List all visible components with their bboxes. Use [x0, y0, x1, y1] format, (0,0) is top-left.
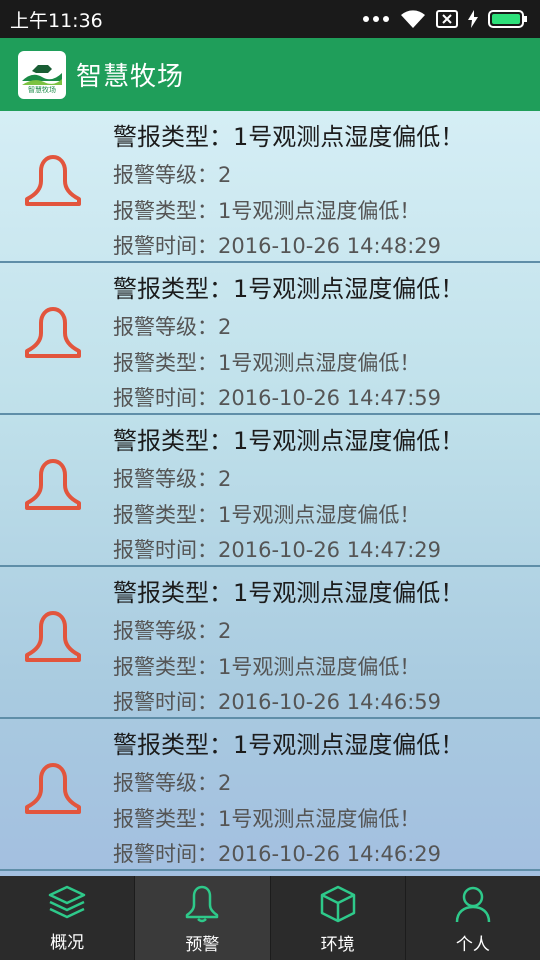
cube-icon: [320, 885, 355, 923]
status-time: 上午11:36: [10, 9, 103, 32]
alert-item[interactable]: 警报类型：1号观测点湿度偏低！ 报警等级：2 报警类型：1号观测点湿度偏低！ 报…: [0, 415, 540, 567]
tab-profile[interactable]: 个人: [406, 876, 540, 960]
alert-time: 报警时间：2016-10-26 14:46:59: [113, 690, 442, 714]
alert-type: 报警类型：1号观测点湿度偏低！: [113, 503, 421, 527]
alert-type: 报警类型：1号观测点湿度偏低！: [113, 807, 421, 831]
alarm-bell-icon: [22, 305, 84, 369]
alert-time: 报警时间：2016-10-26 14:47:59: [113, 386, 442, 410]
alert-time: 报警时间：2016-10-26 14:48:29: [113, 234, 442, 258]
bell-icon: [186, 885, 219, 923]
alert-type: 报警类型：1号观测点湿度偏低！: [113, 655, 421, 679]
alert-level: 报警等级：2: [113, 315, 232, 339]
tab-environment[interactable]: 环境: [271, 876, 406, 960]
person-icon: [455, 886, 491, 923]
layers-icon: [48, 885, 86, 919]
alert-title: 警报类型：1号观测点湿度偏低！: [113, 275, 465, 303]
logo-text: 智慧牧场: [28, 85, 56, 94]
tab-alerts[interactable]: 预警: [135, 876, 271, 960]
tab-label: 个人: [455, 935, 490, 955]
alert-title: 警报类型：1号观测点湿度偏低！: [113, 123, 465, 151]
battery-icon: [488, 9, 528, 29]
alert-list[interactable]: 警报类型：1号观测点湿度偏低！ 报警等级：2 报警类型：1号观测点湿度偏低！ 报…: [0, 111, 540, 876]
alert-item[interactable]: 警报类型：1号观测点湿度偏低！ 报警等级：2 报警类型：1号观测点湿度偏低！ 报…: [0, 567, 540, 719]
alert-level: 报警等级：2: [113, 771, 232, 795]
alarm-bell-icon: [22, 609, 84, 673]
alarm-bell-icon: [22, 761, 84, 825]
alert-title: 警报类型：1号观测点湿度偏低！: [113, 427, 465, 455]
app-bar: 智慧牧场 智慧牧场: [0, 38, 540, 111]
tab-overview[interactable]: 概况: [0, 876, 136, 960]
alert-time: 报警时间：2016-10-26 14:46:29: [113, 842, 442, 866]
alert-time: 报警时间：2016-10-26 14:47:29: [113, 538, 442, 562]
sim-x-icon: [436, 10, 458, 28]
alert-level: 报警等级：2: [113, 619, 232, 643]
alert-level: 报警等级：2: [113, 163, 232, 187]
status-bar: 上午11:36: [0, 0, 540, 38]
app-logo: 智慧牧场: [18, 50, 66, 99]
alert-item[interactable]: 警报类型：1号观测点湿度偏低！ 报警等级：2 报警类型：1号观测点湿度偏低！ 报…: [0, 263, 540, 415]
alert-item[interactable]: 警报类型：1号观测点湿度偏低！ 报警等级：2 报警类型：1号观测点湿度偏低！ 报…: [0, 719, 540, 871]
more-dots-icon: [362, 15, 390, 23]
app-title: 智慧牧场: [76, 62, 185, 92]
bottom-nav: 概况 预警 环境 个人: [0, 876, 540, 960]
alert-title: 警报类型：1号观测点湿度偏低！: [113, 579, 465, 607]
status-icons: [362, 9, 528, 29]
alarm-bell-icon: [22, 457, 84, 521]
alert-type: 报警类型：1号观测点湿度偏低！: [113, 199, 421, 223]
alert-item[interactable]: 警报类型：1号观测点湿度偏低！ 报警等级：2 报警类型：1号观测点湿度偏低！ 报…: [0, 111, 540, 263]
alert-type: 报警类型：1号观测点湿度偏低！: [113, 351, 421, 375]
alert-title: 警报类型：1号观测点湿度偏低！: [113, 731, 465, 759]
alarm-bell-icon: [22, 153, 84, 217]
alert-level: 报警等级：2: [113, 467, 232, 491]
tab-label: 预警: [185, 935, 220, 955]
wifi-icon: [400, 9, 426, 29]
tab-label: 概况: [50, 933, 85, 953]
tab-label: 环境: [320, 935, 355, 955]
charging-icon: [468, 10, 478, 28]
